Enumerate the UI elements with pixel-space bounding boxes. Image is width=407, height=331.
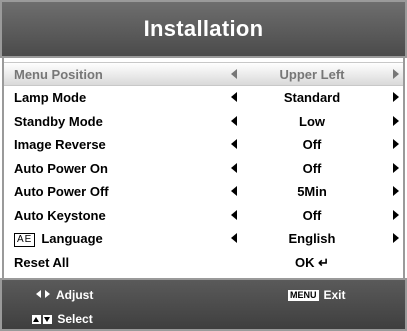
menu-item-value: Upper Left: [279, 67, 345, 82]
arrow-left-icon[interactable]: [231, 209, 237, 220]
menu-item-label: Standby Mode: [14, 113, 103, 129]
right-arrow-icon: [45, 290, 50, 298]
arrow-right-icon[interactable]: [393, 69, 399, 79]
menu-key-icon: MENU: [288, 290, 319, 301]
arrow-right-icon[interactable]: [393, 162, 399, 173]
arrow-right-icon[interactable]: [393, 209, 399, 220]
menu-item-auto-power-on[interactable]: Auto Power On Off: [4, 157, 403, 181]
down-key-icon: [43, 315, 52, 324]
menu-item-language[interactable]: AE Language English: [4, 227, 403, 251]
menu-list: Menu Position Upper Left Lamp Mode Stand…: [2, 58, 405, 278]
menu-item-label: Lamp Mode: [14, 90, 87, 105]
menu-item-standby-mode[interactable]: Standby Mode Low: [4, 110, 403, 134]
menu-item-value: Standard: [283, 90, 341, 105]
menu-item-value: Off: [302, 137, 322, 152]
footer-help-bar: Adjust Select MENU Exit: [0, 278, 407, 331]
enter-icon: ↵: [314, 254, 329, 270]
page-title: Installation: [143, 16, 264, 41]
arrow-left-icon[interactable]: [231, 162, 237, 173]
menu-item-label: Auto Power On: [14, 160, 108, 176]
menu-item-label: Reset All: [14, 254, 70, 270]
menu-item-menu-position[interactable]: Menu Position Upper Left: [4, 62, 403, 86]
menu-item-label: Image Reverse: [14, 137, 106, 152]
menu-item-label: Auto Power Off: [14, 184, 109, 199]
menu-item-label-wrap: AE Language: [14, 231, 103, 247]
menu-item-label: Menu Position: [14, 67, 103, 82]
menu-item-value: Off: [302, 207, 322, 223]
menu-item-value-wrap[interactable]: OK ↵: [247, 255, 377, 271]
menu-item-label: Language: [41, 231, 103, 246]
arrow-right-icon[interactable]: [393, 115, 399, 126]
arrow-left-icon[interactable]: [231, 139, 237, 149]
menu-item-image-reverse[interactable]: Image Reverse Off: [4, 133, 403, 157]
menu-item-value: English: [288, 231, 336, 246]
arrow-right-icon[interactable]: [393, 139, 399, 149]
up-key-icon: [32, 315, 41, 324]
arrow-left-icon[interactable]: [231, 69, 237, 79]
menu-item-reset-all[interactable]: Reset All OK ↵: [4, 251, 403, 275]
menu-item-value: Off: [302, 160, 322, 176]
adjust-hint: Adjust: [36, 288, 93, 302]
arrow-right-icon[interactable]: [393, 92, 399, 102]
language-icon: AE: [14, 233, 36, 247]
title-bar: Installation: [0, 0, 407, 58]
arrow-left-icon[interactable]: [231, 115, 237, 126]
adjust-label: Adjust: [56, 288, 94, 302]
select-label: Select: [57, 312, 93, 326]
arrow-left-icon[interactable]: [231, 92, 237, 102]
menu-item-auto-keystone[interactable]: Auto Keystone Off: [4, 204, 403, 228]
exit-hint: MENU Exit: [288, 288, 346, 302]
menu-item-value: Low: [299, 113, 325, 129]
menu-item-auto-power-off[interactable]: Auto Power Off 5Min: [4, 180, 403, 204]
arrow-left-icon[interactable]: [231, 233, 237, 243]
menu-item-value: 5Min: [297, 184, 327, 199]
select-hint: Select: [32, 312, 93, 326]
menu-item-label: Auto Keystone: [14, 207, 106, 223]
left-arrow-icon: [36, 290, 41, 298]
arrow-left-icon[interactable]: [231, 186, 237, 196]
arrow-right-icon[interactable]: [393, 233, 399, 243]
menu-item-lamp-mode[interactable]: Lamp Mode Standard: [4, 86, 403, 110]
menu-item-value: OK: [294, 254, 315, 270]
arrow-right-icon[interactable]: [393, 186, 399, 196]
osd-window: Installation Menu Position Upper Left La…: [0, 0, 407, 331]
exit-label: Exit: [323, 288, 346, 302]
